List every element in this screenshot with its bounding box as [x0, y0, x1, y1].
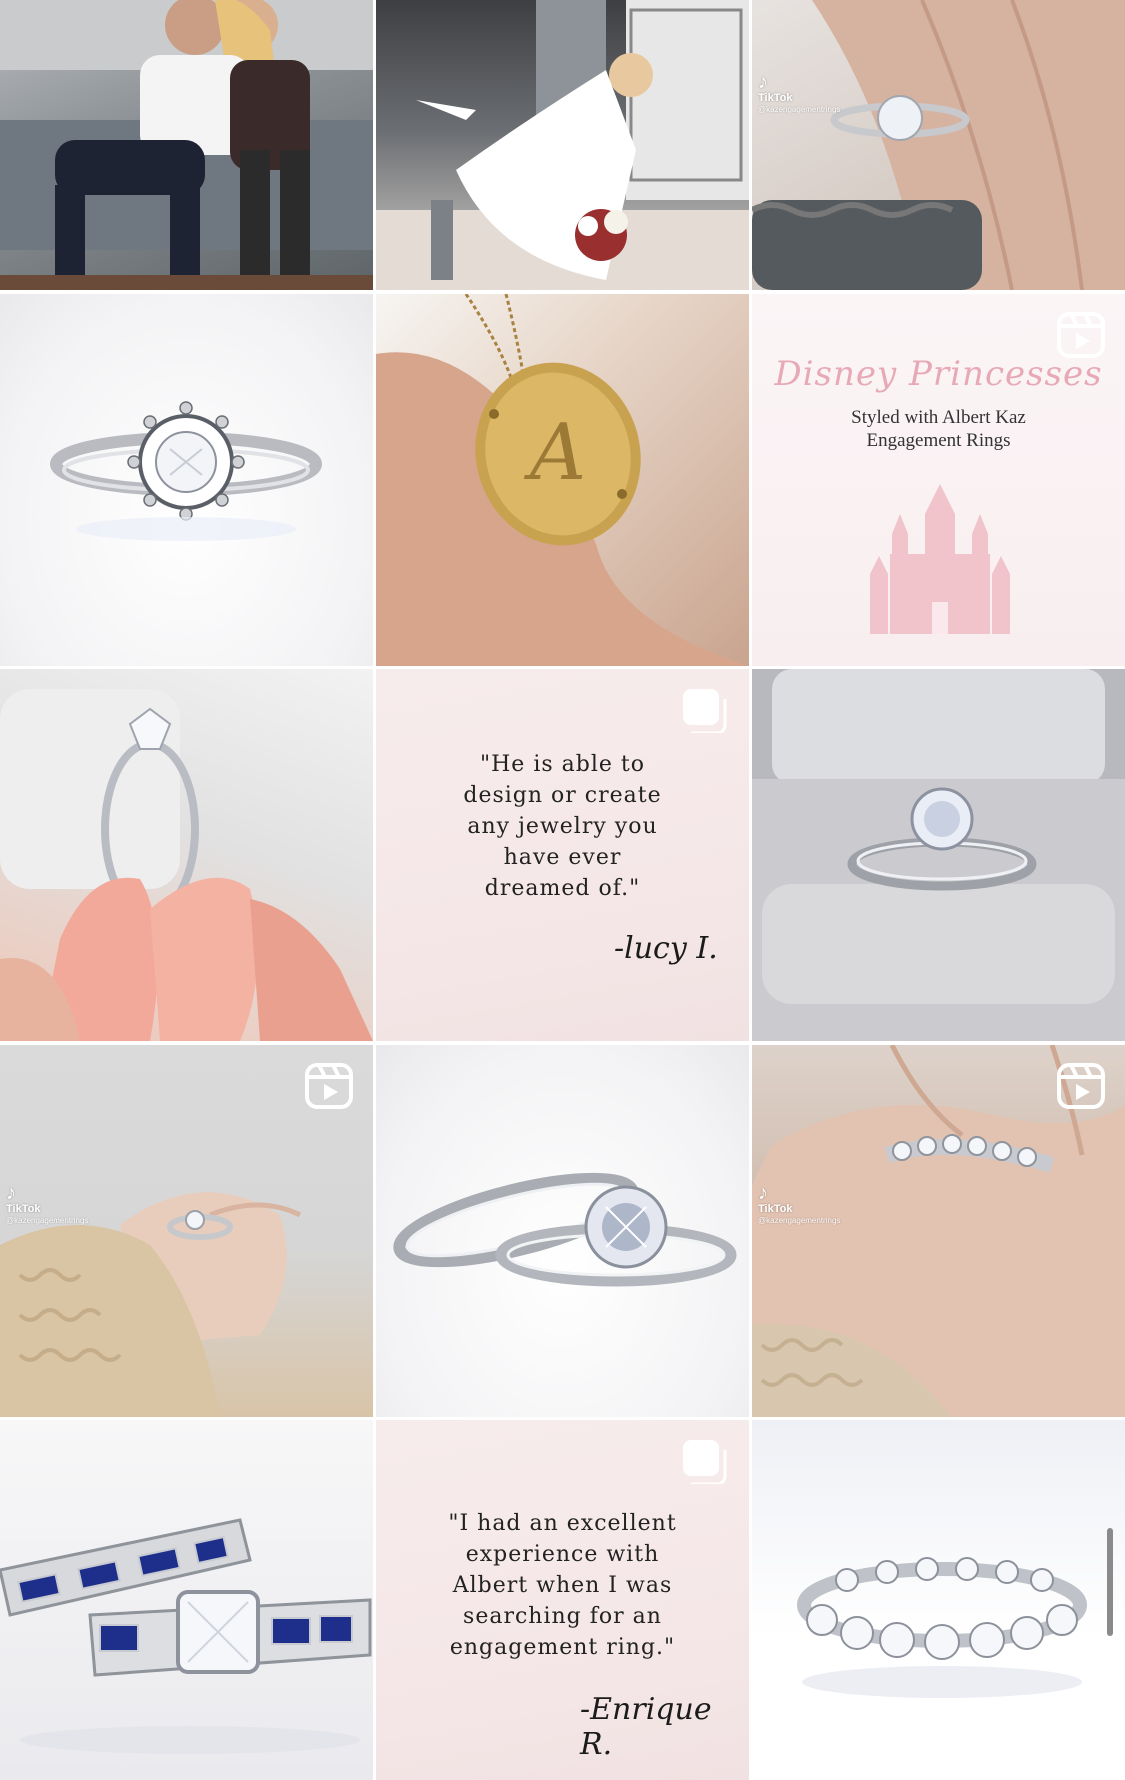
- hand-photo-illustration: [752, 0, 1125, 290]
- disney-subtitle: Styled with Albert Kaz Engagement Rings: [851, 407, 1026, 451]
- carousel-icon: [683, 1440, 727, 1484]
- post-solitaire-on-hand[interactable]: ♪ TikTok @kazengagementrings: [752, 0, 1125, 290]
- post-bridal-set[interactable]: [376, 1045, 749, 1417]
- couple-photo-illustration: [0, 0, 373, 290]
- tiktok-icon: ♪: [758, 1182, 768, 1204]
- post-ring-in-box[interactable]: [752, 669, 1125, 1041]
- post-disney-princesses[interactable]: Disney Princesses Styled with Albert Kaz…: [752, 294, 1125, 666]
- post-quote-enrique[interactable]: "I had an excellent experience with Albe…: [376, 1420, 749, 1780]
- post-wedding-dip[interactable]: [376, 0, 749, 290]
- post-quote-lucy[interactable]: "He is able to design or create any jewe…: [376, 669, 749, 1041]
- tiktok-icon: ♪: [758, 71, 768, 93]
- tiktok-icon: ♪: [6, 1182, 16, 1204]
- post-ring-held-nails[interactable]: [0, 669, 373, 1041]
- profile-post-grid: ♪ TikTok @kazengagementrings A Disney Pr…: [0, 0, 1125, 1780]
- sapphire-set-illustration: [0, 1518, 372, 1754]
- post-couple-sofa[interactable]: [0, 0, 373, 290]
- post-halo-ring[interactable]: [0, 294, 373, 666]
- quote-enrique-text: "I had an excellent experience with Albe…: [448, 1511, 677, 1660]
- pendant-initial: A: [524, 408, 586, 498]
- ring-nails-illustration: [0, 689, 373, 1041]
- pendant-illustration: A: [376, 294, 749, 666]
- bridal-set-illustration: [393, 1172, 737, 1287]
- tiktok-watermark: ♪ TikTok @kazengagementrings: [758, 71, 841, 114]
- post-eternity-on-finger[interactable]: ♪ TikTok @kazengagementrings: [752, 1045, 1125, 1417]
- ring-box-illustration: [752, 669, 1125, 1041]
- quote-lucy-text: "He is able to design or create any jewe…: [463, 752, 662, 901]
- post-gold-initial-pendant[interactable]: A: [376, 294, 749, 666]
- tiktok-watermark: ♪ TikTok @kazengagementrings: [6, 1182, 89, 1225]
- eternity-band-illustration: [797, 1557, 1087, 1698]
- wedding-photo-illustration: [376, 0, 749, 290]
- post-eternity-band[interactable]: [752, 1420, 1125, 1780]
- post-sapphire-set[interactable]: [0, 1420, 373, 1780]
- halo-ring-illustration: [50, 401, 322, 541]
- castle-illustration: [870, 484, 1010, 634]
- disney-script-title: Disney Princesses: [774, 354, 1103, 394]
- tiktok-watermark: ♪ TikTok @kazengagementrings: [758, 1182, 841, 1225]
- reels-icon: [305, 1063, 353, 1109]
- scrollbar[interactable]: [1107, 1528, 1113, 1636]
- carousel-icon: [683, 689, 727, 733]
- reels-icon: [1057, 1063, 1105, 1109]
- quote-enrique-signature: -Enrique R.: [580, 1692, 712, 1762]
- quote-lucy-signature: -lucy I.: [614, 931, 718, 966]
- reels-icon: [1057, 312, 1105, 358]
- post-ring-sweater-hand[interactable]: ♪ TikTok @kazengagementrings: [0, 1045, 373, 1417]
